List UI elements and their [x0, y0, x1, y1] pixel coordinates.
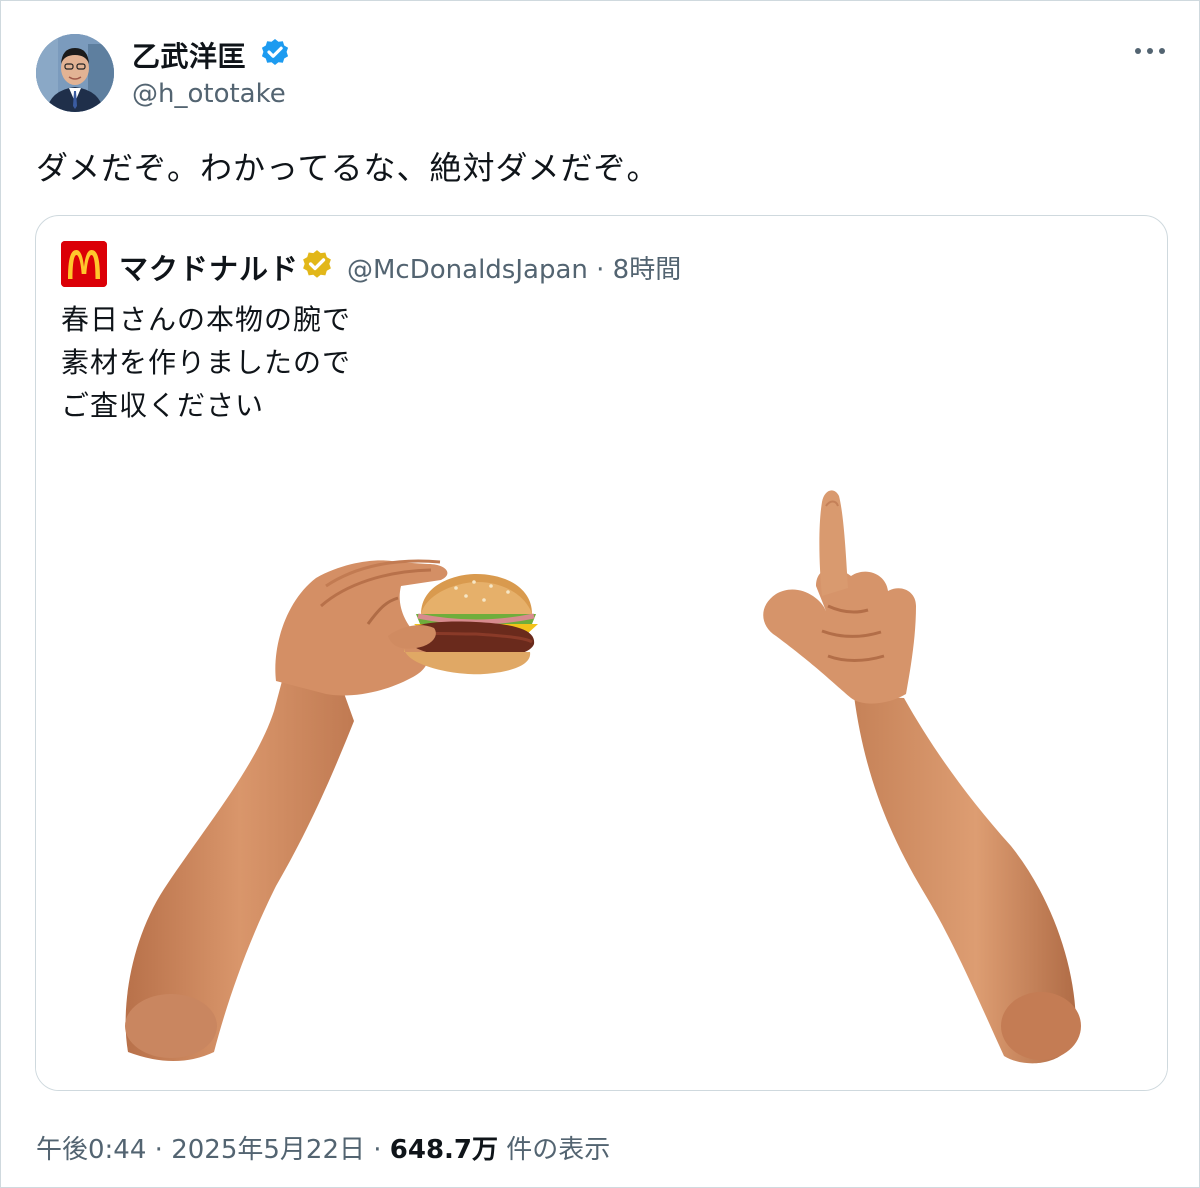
views-count[interactable]: 648.7万 — [390, 1135, 498, 1165]
quoted-text-line: 素材を作りましたので — [61, 346, 352, 379]
quoted-tweet[interactable]: マクドナルド @McDonaldsJapan · 8時間 春日さんの本物の腕で … — [35, 215, 1168, 1091]
quoted-text-line: 春日さんの本物の腕で — [61, 303, 352, 336]
tweet-footer: 午後0:44 · 2025年5月22日 · 648.7万 件の表示 — [36, 1129, 610, 1166]
meta-separator: · — [596, 255, 605, 285]
arms-holding-burger-image[interactable] — [36, 466, 1167, 1090]
verified-gold-badge-icon — [303, 250, 331, 278]
person-photo-icon — [36, 34, 114, 112]
quoted-meta: @McDonaldsJapan · 8時間 — [347, 249, 681, 286]
mcdonalds-logo-icon — [61, 241, 107, 287]
avatar[interactable] — [36, 34, 114, 112]
views-label: 件の表示 — [506, 1135, 611, 1165]
author-handle[interactable]: @h_ototake — [132, 79, 286, 109]
tweet-time[interactable]: 午後0:44 — [36, 1135, 146, 1165]
author-display-name[interactable]: 乙武洋匡 — [132, 35, 246, 75]
tweet-card: 乙武洋匡 @h_ototake ダメだぞ。わかってるな、絶対ダメだぞ。 マクドナ… — [0, 0, 1200, 1188]
quoted-text: 春日さんの本物の腕で 素材を作りましたので ご査収ください — [61, 298, 351, 427]
footer-separator: · — [373, 1135, 382, 1165]
more-horizontal-icon[interactable] — [1130, 37, 1170, 65]
verified-badge-icon — [261, 39, 289, 65]
quoted-timestamp[interactable]: 8時間 — [613, 255, 682, 285]
quoted-author-name[interactable]: マクドナルド — [119, 246, 299, 288]
quoted-author-handle[interactable]: @McDonaldsJapan — [347, 255, 588, 285]
tweet-text: ダメだぞ。わかってるな、絶対ダメだぞ。 — [36, 149, 660, 187]
tweet-date[interactable]: 2025年5月22日 — [171, 1135, 365, 1165]
quoted-text-line: ご査収ください — [61, 389, 265, 422]
footer-separator: · — [154, 1135, 163, 1165]
